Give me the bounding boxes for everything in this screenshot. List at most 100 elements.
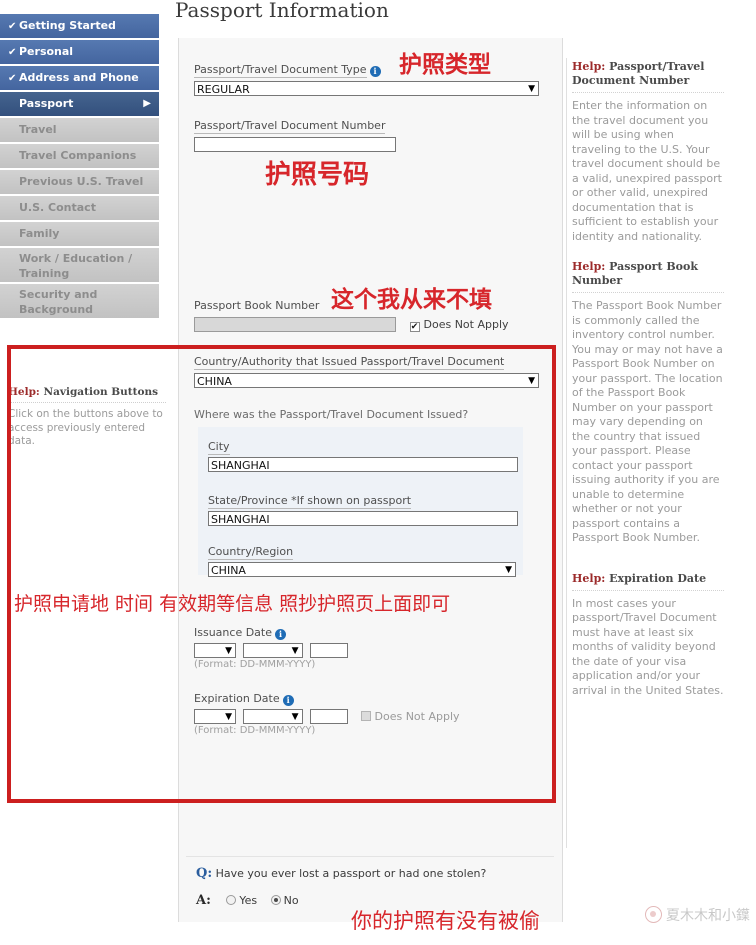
document-type-select[interactable]: REGULAR ▼ <box>194 81 539 96</box>
chevron-down-icon: ▼ <box>528 376 535 386</box>
document-number-label: Passport/Travel Document Number <box>194 119 386 134</box>
help-block-book-number: Help: Passport Book Number The Passport … <box>572 260 724 546</box>
book-number-does-not-apply-checkbox[interactable] <box>409 321 420 332</box>
book-number-input <box>194 317 396 332</box>
field-issued-state: State/Province *If shown on passport SHA… <box>208 494 518 526</box>
issuing-country-label: Country/Authority that Issued Passport/T… <box>194 355 505 370</box>
issuance-date-label: Issuance Date <box>194 626 272 639</box>
sidebar-item-label: Address and Phone <box>19 71 139 84</box>
right-help-panel: Help: Passport/Travel Document Number En… <box>572 60 724 714</box>
radio-no[interactable] <box>270 895 281 905</box>
sidebar-item-label: Family <box>19 227 60 240</box>
info-icon[interactable]: i <box>275 629 286 640</box>
help-block-title: Help: Passport/Travel Document Number <box>572 60 724 93</box>
sidebar-item-label: Passport <box>19 97 74 110</box>
document-number-input[interactable] <box>194 137 396 152</box>
question-row: Q: Have you ever lost a passport or had … <box>196 866 546 881</box>
sidebar-item-address-and-phone[interactable]: ✔ Address and Phone <box>0 66 159 90</box>
chevron-down-icon: ▼ <box>225 712 232 722</box>
field-expiration-date: Expiration Date i ▼ ▼ Does Not Apply (For… <box>194 692 460 736</box>
help-keyword: Help: <box>572 571 606 585</box>
help-keyword: Help: <box>572 260 606 273</box>
field-document-number: Passport/Travel Document Number <box>194 119 396 152</box>
sidebar-item-travel: Travel <box>0 118 159 142</box>
sidebar-item-label: Security and Background <box>19 288 98 316</box>
annotation-book-number: 这个我从来不填 <box>331 287 492 313</box>
issued-country-region-value: CHINA <box>211 564 246 577</box>
info-icon[interactable]: i <box>369 66 381 77</box>
expiration-does-not-apply-checkbox[interactable] <box>360 711 371 721</box>
help-block-body: In most cases your passport/Travel Docum… <box>572 596 724 697</box>
issuing-country-select[interactable]: CHINA ▼ <box>194 373 539 388</box>
section-divider <box>186 856 554 857</box>
sidebar-item-label: Getting Started <box>19 19 116 32</box>
issued-where-panel: City SHANGHAI State/Province *If shown o… <box>198 427 523 577</box>
check-icon: ✔ <box>8 73 17 84</box>
info-icon[interactable]: i <box>282 695 294 706</box>
issued-country-region-select[interactable]: CHINA ▼ <box>208 562 516 577</box>
sidebar-item-label: Personal <box>19 45 74 58</box>
watermark-logo-icon <box>645 906 662 923</box>
issuance-date-month-select[interactable]: ▼ <box>242 643 303 658</box>
sidebar-item-getting-started[interactable]: ✔ Getting Started <box>0 14 159 38</box>
expiration-does-not-apply-label: Does Not Apply <box>374 710 460 723</box>
sidebar-item-passport[interactable]: Passport ▶ <box>0 92 159 116</box>
issuance-date-year-input[interactable] <box>310 643 348 658</box>
help-block-expiration-date: Help: Expiration Date In most cases your… <box>572 572 724 699</box>
question-marker: Q: <box>196 866 213 881</box>
issuance-date-format-hint: (Format: DD-MMM-YYYY) <box>194 659 316 670</box>
expiration-date-day-select[interactable]: ▼ <box>194 709 236 724</box>
chevron-down-icon: ▼ <box>291 646 299 656</box>
watermark: 夏木木和小鐷 <box>645 905 750 925</box>
field-issuance-date: Issuance Date i ▼ ▼ (Format: DD-MMM-YYYY) <box>194 626 348 670</box>
issued-where-heading-text: Where was the Passport/Travel Document I… <box>194 408 469 421</box>
check-icon: ✔ <box>8 47 17 58</box>
expiration-date-month-select[interactable]: ▼ <box>242 709 303 724</box>
issued-city-input[interactable]: SHANGHAI <box>208 457 518 472</box>
issued-where-heading: Where was the Passport/Travel Document I… <box>194 408 468 421</box>
help-block-body: Enter the information on the travel docu… <box>572 99 722 243</box>
sidebar-item-personal[interactable]: ✔ Personal <box>0 40 159 64</box>
sidebar-item-label: Work / Education / Training <box>19 252 133 280</box>
annotation-doc-type: 护照类型 <box>399 52 491 78</box>
issuing-country-value: CHINA <box>197 375 232 388</box>
book-number-does-not-apply-label: Does Not Apply <box>423 317 509 331</box>
field-issued-country-region: Country/Region CHINA ▼ <box>208 545 516 577</box>
radio-yes[interactable] <box>226 895 237 905</box>
sidebar-item-label: Previous U.S. Travel <box>19 175 144 188</box>
chevron-down-icon: ▼ <box>528 84 535 94</box>
issuance-date-day-select[interactable]: ▼ <box>194 643 236 658</box>
sidebar-item-work-education-training: Work / Education / Training <box>0 248 159 282</box>
help-block-document-number: Help: Passport/Travel Document Number En… <box>572 60 724 244</box>
issued-state-input[interactable]: SHANGHAI <box>208 511 518 526</box>
sidebar-item-family: Family <box>0 222 159 246</box>
help-subject: Expiration Date <box>605 571 707 585</box>
question-block: Q: Have you ever lost a passport or had … <box>196 866 546 908</box>
help-subject: Navigation Buttons <box>39 386 158 398</box>
nav-help-body: Click on the buttons above to access pre… <box>8 408 163 447</box>
annotation-doc-number: 护照号码 <box>265 160 370 190</box>
book-number-label: Passport Book Number <box>194 299 320 312</box>
issued-state-label: State/Province *If shown on passport <box>208 494 412 509</box>
watermark-text: 夏木木和小鐷 <box>666 908 750 924</box>
field-issuing-country: Country/Authority that Issued Passport/T… <box>194 355 539 388</box>
check-icon: ✔ <box>8 21 17 32</box>
chevron-down-icon: ▼ <box>291 712 299 722</box>
sidebar-item-previous-us-travel: Previous U.S. Travel <box>0 170 159 194</box>
answer-marker: A: <box>196 893 211 908</box>
help-block-body: The Passport Book Number is commonly cal… <box>572 299 723 544</box>
annotation-question: 你的护照有没有被偷 <box>351 909 540 933</box>
chevron-down-icon: ▼ <box>225 646 232 656</box>
help-divider <box>566 58 567 848</box>
help-block-title: Help: Passport Book Number <box>572 260 724 293</box>
help-block-title: Help: Expiration Date <box>572 572 724 591</box>
nav-help-title: Help: Navigation Buttons <box>8 386 166 403</box>
page-title: Passport Information <box>175 0 389 22</box>
expiration-date-format-hint: (Format: DD-MMM-YYYY) <box>194 725 316 736</box>
sidebar-item-label: U.S. Contact <box>19 201 96 214</box>
expiration-date-year-input[interactable] <box>310 709 348 724</box>
radio-yes-label: Yes <box>239 894 258 907</box>
sidebar-item-us-contact: U.S. Contact <box>0 196 159 220</box>
chevron-right-icon: ▶ <box>143 98 151 109</box>
sidebar-item-security-and-background: Security and Background <box>0 284 159 318</box>
